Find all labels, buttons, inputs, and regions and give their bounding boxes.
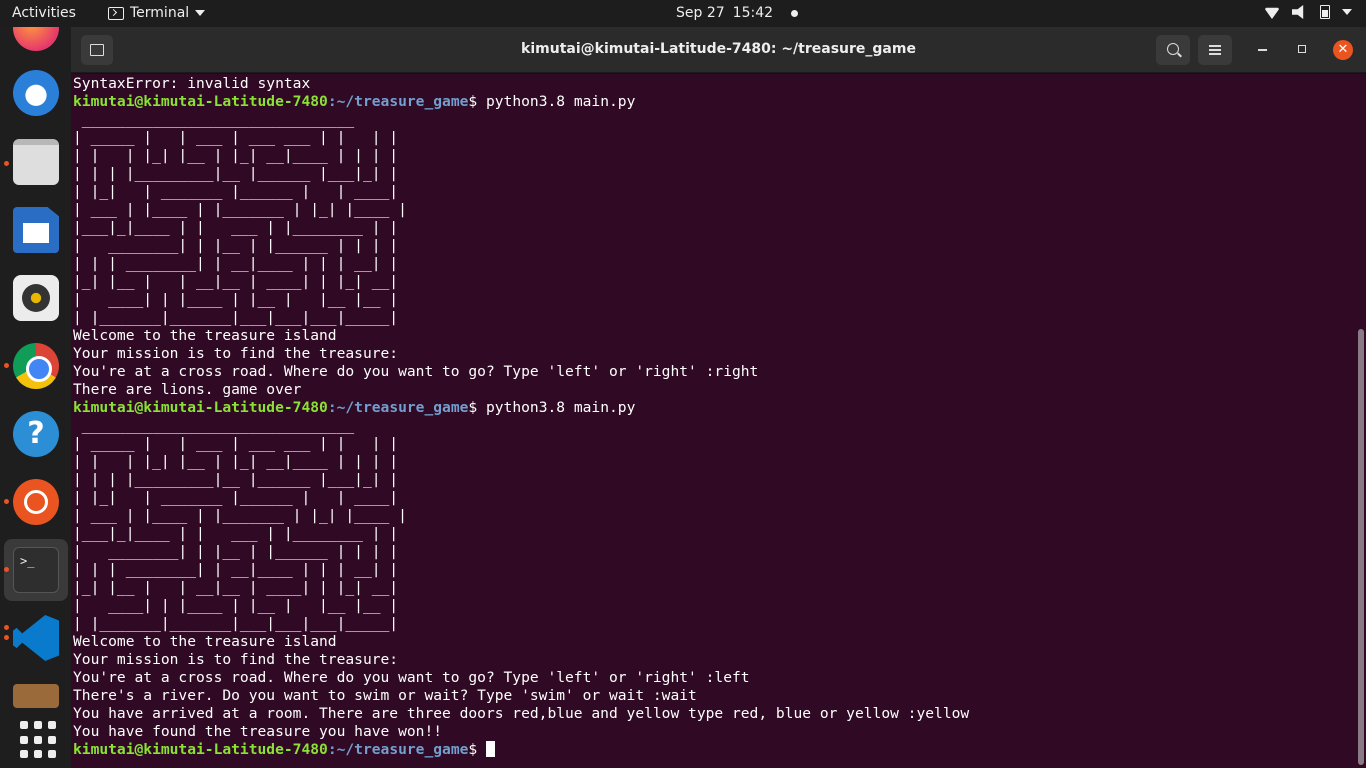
terminal-dock-icon[interactable]: >_ <box>13 547 59 593</box>
battery-icon <box>1320 5 1330 19</box>
running-indicator <box>4 625 9 630</box>
chevron-down-icon <box>1342 9 1352 15</box>
menu-button[interactable] <box>1198 35 1232 65</box>
libreoffice-writer-icon[interactable] <box>13 207 59 253</box>
clock-date: Sep 27 <box>676 5 725 21</box>
close-button[interactable]: ✕ <box>1333 40 1353 60</box>
prompt-path: :~/treasure_game <box>327 93 469 110</box>
minimize-button[interactable] <box>1258 49 1267 51</box>
notification-dot-icon <box>791 9 799 17</box>
dock: ? >_ <box>0 27 71 768</box>
ascii-art: _______________________________ | _____ … <box>73 111 407 326</box>
app-menu-label: Terminal <box>130 5 190 21</box>
thunderbird-icon[interactable] <box>13 70 59 116</box>
running-indicator <box>4 567 9 572</box>
chevron-down-icon <box>195 10 206 16</box>
clock[interactable]: Sep 27 15:42 <box>676 5 799 21</box>
output-line: You have arrived at a room. There are th… <box>73 705 970 722</box>
text-cursor <box>485 741 495 757</box>
terminal-window: kimutai@kimutai-Latitude-7480: ~/treasur… <box>71 27 1366 768</box>
user-input: left <box>714 669 750 686</box>
output-line: Welcome to the treasure island <box>73 327 337 344</box>
output-line: Welcome to the treasure island <box>73 633 337 650</box>
app-menu[interactable]: Terminal <box>108 5 206 21</box>
prompt-user-host: kimutai@kimutai-Latitude-7480 <box>73 399 328 416</box>
activities-button[interactable]: Activities <box>12 5 76 21</box>
running-indicator <box>4 363 9 368</box>
top-bar: Activities Terminal Sep 27 15:42 <box>0 0 1366 27</box>
ubuntu-software-icon[interactable] <box>13 479 59 525</box>
window-titlebar[interactable]: kimutai@kimutai-Latitude-7480: ~/treasur… <box>71 27 1366 73</box>
ascii-art: _______________________________ | _____ … <box>73 417 407 632</box>
volume-icon <box>1292 5 1304 19</box>
output-line: You're at a cross road. Where do you wan… <box>73 363 715 380</box>
help-icon[interactable]: ? <box>13 411 59 457</box>
prompt-symbol: $ <box>468 93 486 110</box>
clock-time: 15:42 <box>732 5 774 21</box>
output-line: There's a river. Do you want to swim or … <box>73 687 697 704</box>
running-indicator <box>4 161 9 166</box>
show-applications-icon[interactable] <box>13 713 59 759</box>
system-tray[interactable] <box>1264 5 1352 19</box>
vscode-icon[interactable] <box>13 615 59 661</box>
command-text: python3.8 main.py <box>485 399 636 416</box>
output-line: You have found the treasure you have won… <box>73 723 443 740</box>
files-icon[interactable] <box>13 139 59 185</box>
output-line: You're at a cross road. Where do you wan… <box>73 669 715 686</box>
command-text: python3.8 main.py <box>485 93 636 110</box>
running-indicator <box>4 499 9 504</box>
rhythmbox-icon[interactable] <box>13 275 59 321</box>
briefcase-icon[interactable] <box>13 684 59 708</box>
prompt-symbol: $ <box>468 741 486 758</box>
chrome-icon[interactable] <box>13 343 59 389</box>
prompt-path: :~/treasure_game <box>327 399 469 416</box>
prompt-user-host: kimutai@kimutai-Latitude-7480 <box>73 93 328 110</box>
user-input: right <box>714 363 759 380</box>
output-line: Your mission is to find the treasure: <box>73 651 399 668</box>
prompt-path: :~/treasure_game <box>327 741 469 758</box>
prompt-user-host: kimutai@kimutai-Latitude-7480 <box>73 741 328 758</box>
output-line: Your mission is to find the treasure: <box>73 345 399 362</box>
wifi-icon <box>1264 7 1280 19</box>
terminal-icon <box>108 6 124 20</box>
running-indicator <box>4 635 9 640</box>
scrollbar[interactable] <box>1358 329 1364 765</box>
output-line: There are lions. game over <box>73 381 302 398</box>
maximize-button[interactable] <box>1298 45 1306 53</box>
terminal-output[interactable]: SyntaxError: invalid syntax kimutai@kimu… <box>71 74 1366 768</box>
search-button[interactable] <box>1156 35 1190 65</box>
prompt-symbol: $ <box>468 399 486 416</box>
output-line: SyntaxError: invalid syntax <box>73 75 311 92</box>
